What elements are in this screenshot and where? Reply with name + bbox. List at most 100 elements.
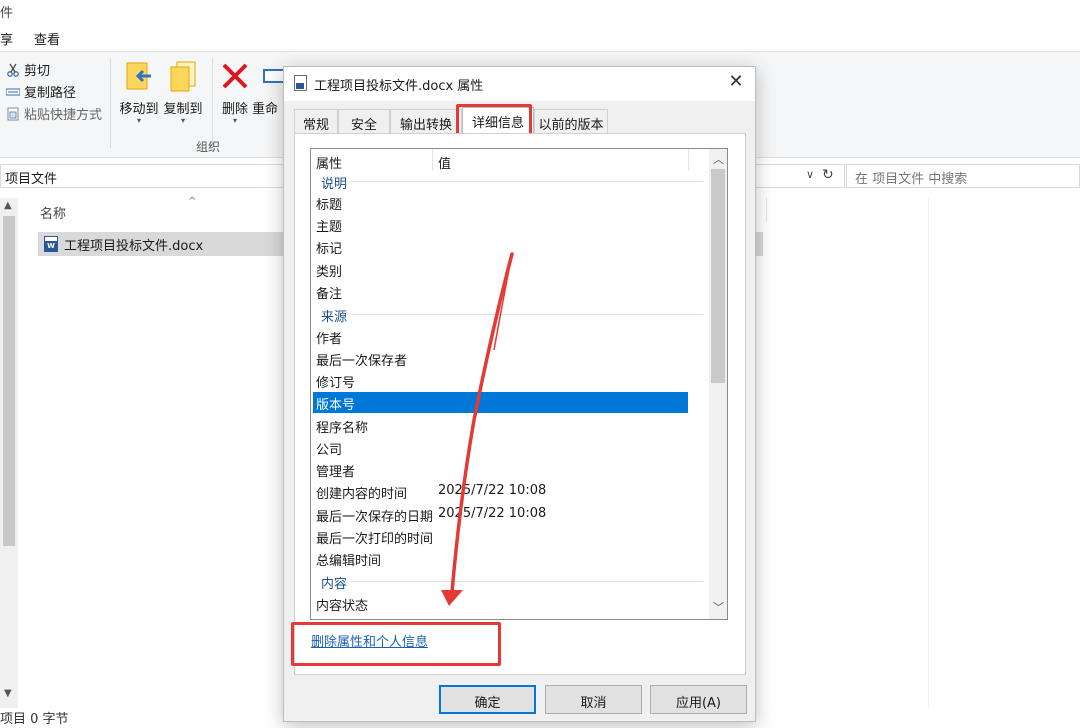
move-to-icon [126,62,151,90]
delete-x-icon [222,63,248,89]
scrollbar-thumb[interactable] [711,169,725,383]
property-name: 最后一次保存者 [316,354,408,369]
column-divider [432,149,433,171]
paste-shortcut-icon [7,107,19,120]
ribbon-divider [110,58,111,148]
property-name: 公司 [316,443,343,458]
dialog-title: 工程项目投标文件.docx 属性 [314,79,484,94]
move-to-button[interactable]: 移动到 ▾ [114,60,164,125]
properties-list[interactable]: 属性 值 说明 标题 主题 标记 类别 备注 来源 作者 最后一次保存者 修订号… [310,148,728,620]
column-header-name[interactable]: 名称 [40,203,66,222]
list-header: 属性 值 [311,149,709,172]
group-label: 内容 [321,573,352,592]
group-label: 来源 [321,306,352,325]
property-name: 标记 [316,242,343,257]
search-input[interactable]: 在 项目文件 中搜索 [846,164,1080,188]
apply-button[interactable]: 应用(A) [650,685,747,714]
group-divider [323,581,703,582]
details-panel: 属性 值 说明 标题 主题 标记 类别 备注 来源 作者 最后一次保存者 修订号… [294,133,746,675]
property-row-subject[interactable]: 主题 [313,214,688,235]
copy-to-button[interactable]: 复制到 ▾ [158,60,208,125]
group-description: 说明 [313,171,705,192]
properties-dialog: 工程项目投标文件.docx 属性 ✕ 常规 安全 输出转换 详细信息 以前的版本… [283,66,756,722]
nav-pane-scrollbar[interactable]: ▲ ▼ [0,198,18,708]
property-row-company[interactable]: 公司 [313,437,688,458]
tab-general[interactable]: 常规 [294,109,338,133]
property-row-version-selected[interactable]: 版本号 [313,392,688,413]
group-content: 内容 [313,571,705,592]
cut-button[interactable]: 剪切 [6,60,50,79]
scroll-down-icon[interactable]: ▼ [4,688,12,699]
ribbon-group-label: 组织 [196,140,221,154]
menu-view[interactable]: 查看 [34,29,60,48]
header-property[interactable]: 属性 [316,153,342,172]
property-row-date-last-saved[interactable]: 最后一次保存的日期 2025/7/22 10:08 [313,504,688,525]
scroll-up-icon[interactable]: ▲ [4,200,12,211]
scrollbar-thumb[interactable] [3,216,15,546]
chevron-down-icon: ▾ [136,116,141,125]
status-bar: 项目 0 字节 [0,712,69,727]
property-row-program-name[interactable]: 程序名称 [313,415,688,436]
move-to-label: 移动到 [119,102,159,117]
close-icon[interactable]: ✕ [724,71,748,92]
copy-path-label: 复制路径 [24,86,77,101]
property-name: 类别 [316,265,343,280]
group-label: 说明 [321,173,352,192]
copy-path-button[interactable]: 复制路径 [6,82,76,101]
property-name: 作者 [316,332,343,347]
property-row-category[interactable]: 类别 [313,259,688,280]
title-fragment: 件 [0,6,14,21]
column-divider [688,149,689,171]
document-icon [294,75,307,91]
cut-label: 剪切 [24,64,51,79]
property-name: 备注 [316,287,343,302]
header-value[interactable]: 值 [438,153,451,172]
property-row-tags[interactable]: 标记 [313,236,688,257]
chevron-down-icon[interactable]: ﹀ [713,599,724,615]
property-row-author[interactable]: 作者 [313,326,688,347]
menu-share[interactable]: 享 [0,29,13,48]
explorer-menu-bar: 享 查看 [0,24,1080,52]
file-list-item[interactable]: 工程项目投标文件.docx [38,232,288,256]
property-row-comments[interactable]: 备注 [313,281,688,302]
tab-output-convert[interactable]: 输出转换 [390,109,462,133]
ok-button[interactable]: 确定 [439,685,536,714]
property-name: 版本号 [316,398,356,413]
explorer-title-strip: 件 [0,0,1080,24]
property-row-revision[interactable]: 修订号 [313,370,688,391]
chevron-down-icon: ▾ [232,116,237,125]
property-row-last-saved-by[interactable]: 最后一次保存者 [313,348,688,369]
properties-list-scrollbar[interactable]: ︿ ﹀ [709,149,727,619]
tab-security[interactable]: 安全 [338,109,390,133]
chevron-down-icon[interactable]: ∨ [806,168,814,181]
property-value: 2025/7/22 10:08 [438,506,547,521]
property-name: 最后一次保存的日期 [316,510,434,525]
property-name: 内容状态 [316,599,369,614]
group-divider [323,181,703,182]
tab-previous-versions[interactable]: 以前的版本 [534,109,608,133]
paste-shortcut-label: 粘贴快捷方式 [24,108,103,123]
group-origin: 来源 [313,304,705,325]
property-row-last-printed[interactable]: 最后一次打印的时间 [313,526,688,547]
chevron-down-icon: ▾ [180,116,185,125]
chevron-up-icon[interactable]: ︿ [713,151,724,167]
property-row-title[interactable]: 标题 [313,192,688,213]
refresh-icon[interactable]: ↻ [822,167,834,183]
property-name: 最后一次打印的时间 [316,532,434,547]
property-row-manager[interactable]: 管理者 [313,459,688,480]
property-row-content-status[interactable]: 内容状态 [313,593,688,614]
dialog-title-bar: 工程项目投标文件.docx 属性 ✕ [284,67,755,101]
property-name: 标题 [316,198,343,213]
property-name: 创建内容的时间 [316,487,408,502]
copy-to-label: 复制到 [163,102,203,117]
column-divider [928,198,929,708]
property-row-content-created[interactable]: 创建内容的时间 2025/7/22 10:08 [313,481,688,502]
sort-caret-icon: ^ [188,196,197,207]
copy-to-icon [170,61,196,92]
remove-properties-link[interactable]: 删除属性和个人信息 [311,631,428,650]
tab-details[interactable]: 详细信息 [462,107,534,135]
property-row-total-editing-time[interactable]: 总编辑时间 [313,548,688,569]
address-text: 项目文件 [5,172,58,187]
paste-shortcut-button[interactable]: 粘贴快捷方式 [6,104,102,123]
cancel-button[interactable]: 取消 [545,685,642,714]
